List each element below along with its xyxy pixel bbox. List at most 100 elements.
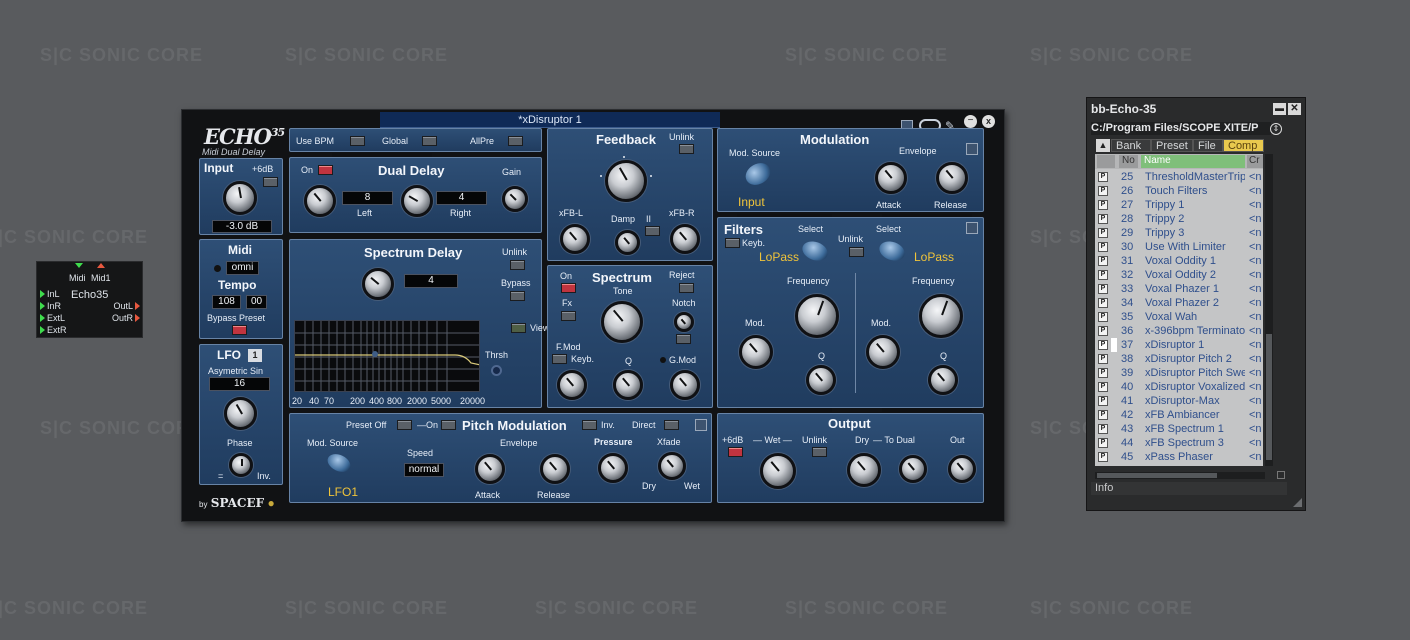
spectrum-graph[interactable] [294,320,480,392]
output-plus6-button[interactable] [728,447,743,457]
left-delay-display[interactable]: 8 [342,191,393,205]
preset-row[interactable]: P 26 Touch Filters <n [1095,184,1263,198]
speed-display[interactable]: normal [404,463,444,477]
mod-source-selector[interactable] [741,158,775,190]
column-name[interactable]: Name [1141,155,1245,168]
preset-load-button[interactable]: P [1098,452,1108,462]
minimize-icon[interactable]: − [964,115,977,128]
fx-button[interactable] [561,311,576,321]
preset-load-button[interactable]: P [1098,298,1108,308]
filter2-q-knob[interactable] [928,365,958,395]
preset-row[interactable]: P 37 xDisruptor 1 <n [1095,338,1263,352]
tab-preset[interactable]: Preset [1151,139,1193,152]
right-delay-display[interactable]: 4 [436,191,487,205]
preset-load-button[interactable]: P [1098,424,1108,434]
spectrum-bypass-button[interactable] [510,291,525,301]
tab-file[interactable]: File [1193,139,1223,152]
filter2-mod-knob[interactable] [866,335,900,369]
output-port[interactable]: OutR [112,313,140,323]
filter1-frequency-knob[interactable] [795,294,839,338]
preset-row[interactable]: P 25 ThresholdMasterTripp <n [1095,170,1263,184]
use-bpm-button[interactable] [350,136,365,146]
folder-icon[interactable] [966,222,978,234]
gmod-knob[interactable] [670,370,700,400]
spectrum-delay-knob[interactable] [362,268,394,300]
spectrum-q-knob[interactable] [613,370,643,400]
output-unlink-button[interactable] [812,447,827,457]
filters-unlink-button[interactable] [849,247,864,257]
preset-load-button[interactable]: P [1098,354,1108,364]
close-icon[interactable]: x [982,115,995,128]
spectrum-delay-display[interactable]: 4 [404,274,458,288]
preset-row[interactable]: P 39 xDisruptor Pitch Swe <n [1095,366,1263,380]
filter1-select-knob[interactable] [799,238,831,264]
preset-load-button[interactable]: P [1098,438,1108,448]
tab-bank[interactable]: Bank [1111,139,1151,152]
hscrollbar-thumb[interactable] [1097,473,1217,478]
preset-load-button[interactable]: P [1098,410,1108,420]
fmod-keyb-button[interactable] [552,354,567,364]
preset-load-button[interactable]: P [1098,284,1108,294]
preset-off-button[interactable] [397,420,412,430]
thrsh-knob[interactable] [491,365,502,376]
spectrum-unlink-button[interactable] [510,260,525,270]
preset-row[interactable]: P 43 xFB Spectrum 1 <n [1095,422,1263,436]
pitch-on-button[interactable] [441,420,456,430]
preset-row[interactable]: P 35 Voxal Wah <n [1095,310,1263,324]
browser-close-icon[interactable]: ✕ [1288,103,1301,115]
gain-knob[interactable] [502,186,528,212]
input-gain-knob[interactable] [223,181,257,215]
browser-minimize-icon[interactable]: ▬ [1273,103,1286,115]
preset-load-button[interactable]: P [1098,368,1108,378]
xfb-r-knob[interactable] [670,224,700,254]
pressure-knob[interactable] [598,453,628,483]
tab-comp[interactable]: Comp [1223,139,1264,152]
tone-knob[interactable] [601,301,643,343]
filter2-select-knob[interactable] [876,238,908,264]
feedback-unlink-button[interactable] [679,144,694,154]
input-port[interactable]: InR [40,301,61,311]
preset-load-button[interactable]: P [1098,396,1108,406]
xfade-knob[interactable] [658,452,686,480]
preset-row[interactable]: P 28 Trippy 2 <n [1095,212,1263,226]
left-delay-knob[interactable] [304,185,336,217]
global-button[interactable] [422,136,437,146]
filter1-q-knob[interactable] [806,365,836,395]
scrollbar-thumb[interactable] [1266,334,1272,460]
view-button[interactable] [511,323,526,333]
preset-row[interactable]: P 36 x-396bpm Terminator <n [1095,324,1263,338]
preset-row[interactable]: P 31 Voxal Oddity 1 <n [1095,254,1263,268]
mod-attack-knob[interactable] [875,162,907,194]
midi-out-port-icon[interactable] [97,263,105,268]
tempo-frac-display[interactable]: 00 [246,295,267,309]
preset-load-button[interactable]: P [1098,312,1108,322]
damp-knob[interactable] [615,230,640,255]
notch-knob[interactable] [674,312,694,332]
preset-load-button[interactable]: P [1098,270,1108,280]
dual-delay-on-button[interactable] [318,165,333,175]
input-port[interactable]: InL [40,289,60,299]
out-knob[interactable] [948,455,976,483]
lfo-number-button[interactable]: 1 [248,349,262,362]
to-dual-knob[interactable] [899,455,927,483]
path-scroll-icon[interactable]: ⇕ [1270,123,1282,135]
wet-knob[interactable] [760,453,796,489]
xfb-l-knob[interactable] [560,224,590,254]
input-port[interactable]: ExtL [40,313,65,323]
pitch-mod-source-selector[interactable] [324,450,354,476]
preset-load-button[interactable]: P [1098,242,1108,252]
preset-row[interactable]: P 44 xFB Spectrum 3 <n [1095,436,1263,450]
preset-row[interactable]: P 27 Trippy 1 <n [1095,198,1263,212]
midi-channel-display[interactable]: omni [226,261,259,275]
echo-module[interactable]: Midi Mid1 Echo35 InL InR ExtL ExtR OutL … [36,261,143,338]
preset-row[interactable]: P 30 Use With Limiter <n [1095,240,1263,254]
output-port[interactable]: OutL [113,301,140,311]
preset-load-button[interactable]: P [1098,382,1108,392]
filters-keyb-button[interactable] [725,238,740,248]
input-plus6-button[interactable] [263,177,278,187]
preset-load-button[interactable]: P [1098,200,1108,210]
spectrum-on-button[interactable] [561,283,576,293]
vertical-scrollbar[interactable] [1265,154,1273,466]
lfo-rate-knob[interactable] [224,397,257,430]
preset-load-button[interactable]: P [1098,256,1108,266]
